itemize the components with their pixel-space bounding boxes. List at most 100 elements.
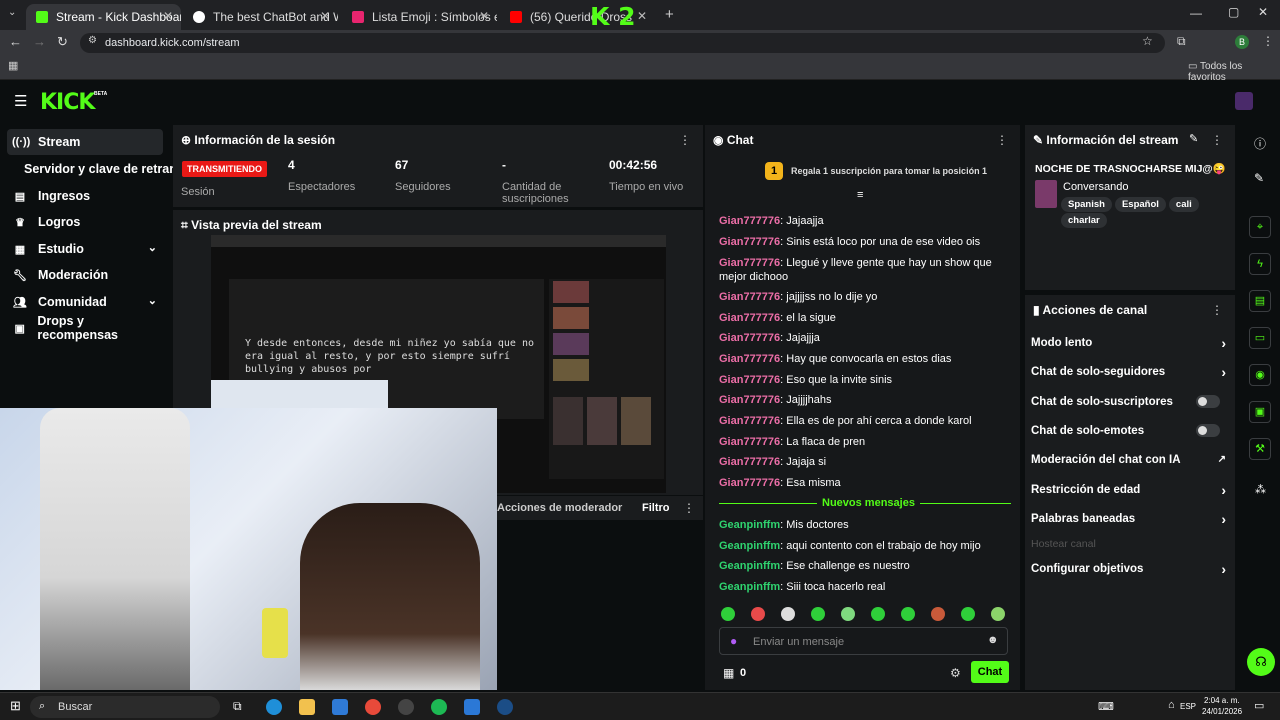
chat-username[interactable]: Gian777776: [719, 477, 780, 489]
more-options-icon[interactable]: ⋮: [683, 501, 695, 515]
chrome-icon[interactable]: [365, 699, 381, 715]
tag-chip[interactable]: Español: [1114, 197, 1166, 212]
site-info-icon[interactable]: ⚙: [88, 35, 97, 46]
filter-button[interactable]: Filtro: [642, 502, 670, 514]
chat-settings-icon[interactable]: ⚙: [950, 666, 961, 680]
obs-icon[interactable]: [398, 699, 414, 715]
chat-username[interactable]: Gian777776: [719, 312, 780, 324]
language-indicator[interactable]: ESP: [1180, 702, 1196, 711]
chat-input[interactable]: ● Enviar un mensaje ☻: [719, 627, 1008, 655]
tab-search-icon[interactable]: ⌄: [8, 7, 16, 18]
bookmark-star-icon[interactable]: ☆: [1142, 34, 1153, 48]
kick-logo[interactable]: KICK: [40, 90, 95, 115]
chat-username[interactable]: Gian777776: [719, 415, 780, 427]
task-view-icon[interactable]: ⧉: [233, 699, 242, 714]
chat-username[interactable]: Gian777776: [719, 394, 780, 406]
apps-grid-icon[interactable]: ▦: [8, 59, 18, 72]
emote-icon[interactable]: [751, 607, 765, 621]
close-window-icon[interactable]: ✕: [1258, 5, 1268, 19]
gift-sub-text[interactable]: Regala 1 suscripción para tomar la posic…: [791, 166, 987, 176]
channel-points-icon[interactable]: ▦: [723, 666, 734, 680]
chevron-down-icon[interactable]: ⌄: [148, 241, 157, 254]
maximize-icon[interactable]: ▢: [1228, 5, 1239, 19]
sidebar-item-ingresos[interactable]: ▤ Ingresos: [7, 183, 163, 209]
menu-dots-icon[interactable]: ⋮: [1262, 34, 1274, 48]
emote-icon[interactable]: [931, 607, 945, 621]
sidebar-item-comunidad[interactable]: 👥︎ Comunidad ⌄: [7, 289, 163, 315]
more-options-icon[interactable]: ⋮: [1211, 303, 1223, 317]
tab-kick-dashboard[interactable]: Stream - Kick Dashboard ✕: [26, 4, 181, 30]
emote-icon[interactable]: [991, 607, 1005, 621]
emote-icon[interactable]: [721, 607, 735, 621]
edit-pencil-icon[interactable]: ✎: [1189, 132, 1198, 145]
category-name[interactable]: Conversando: [1063, 181, 1128, 193]
sidebar-item-stream[interactable]: ((·)) Stream: [7, 129, 163, 155]
edge-icon[interactable]: [266, 699, 282, 715]
chat-username[interactable]: Gian777776: [719, 257, 780, 269]
sidebar-item-server-key[interactable]: Servidor y clave de retransm: [7, 156, 177, 182]
spotify-icon[interactable]: [431, 699, 447, 715]
emote-icon[interactable]: [781, 607, 795, 621]
broadcast-icon[interactable]: ◉: [1249, 364, 1271, 386]
close-tab-icon[interactable]: ✕: [637, 9, 647, 23]
tab-emoji-list[interactable]: Lista Emoji : Símbolos emoji na ✕: [342, 4, 497, 30]
emoji-picker-icon[interactable]: ☻: [987, 634, 999, 646]
reload-icon[interactable]: ↻: [57, 34, 68, 50]
tag-chip[interactable]: cali: [1168, 197, 1199, 212]
more-options-icon[interactable]: ⋮: [679, 133, 691, 147]
microphone-icon[interactable]: ●: [730, 634, 737, 648]
sidebar-item-drops[interactable]: ▣ Drops y recompensas: [7, 314, 163, 342]
network-icon[interactable]: ⌂: [1168, 699, 1175, 711]
user-avatar[interactable]: [1235, 92, 1253, 110]
tag-chip[interactable]: charlar: [1061, 213, 1107, 228]
more-options-icon[interactable]: ⋮: [1211, 133, 1223, 147]
action-banned-words[interactable]: Palabras baneadas ›: [1031, 511, 1226, 527]
chat-username[interactable]: Gian777776: [719, 291, 780, 303]
document-icon[interactable]: ▤: [1249, 290, 1271, 312]
sidebar-item-moderacion[interactable]: 🔧︎ Moderación: [7, 262, 163, 288]
emote-icon[interactable]: [871, 607, 885, 621]
taskbar-time[interactable]: 2:04 a. m.: [1204, 696, 1240, 705]
subscribers-only-toggle[interactable]: [1196, 395, 1220, 408]
file-explorer-icon[interactable]: [299, 699, 315, 715]
steam-icon[interactable]: [497, 699, 513, 715]
action-slow-mode[interactable]: Modo lento ›: [1031, 335, 1226, 351]
minimize-icon[interactable]: —: [1190, 6, 1202, 20]
chat-username[interactable]: Gian777776: [719, 436, 780, 448]
gift-icon[interactable]: ▣: [1249, 401, 1271, 423]
collab-icon[interactable]: ⁂: [1255, 483, 1266, 496]
chat-username[interactable]: Geanpinffm: [719, 581, 780, 593]
chat-username[interactable]: Gian777776: [719, 215, 780, 227]
sidebar-item-estudio[interactable]: ▦ Estudio ⌄: [7, 236, 163, 262]
action-followers-only[interactable]: Chat de solo-seguidores ›: [1031, 364, 1226, 380]
chat-username[interactable]: Geanpinffm: [719, 519, 780, 531]
chat-username[interactable]: Gian777776: [719, 332, 780, 344]
close-tab-icon[interactable]: ✕: [163, 9, 173, 23]
taskbar-search[interactable]: ⌕ Buscar: [30, 696, 220, 718]
chat-username[interactable]: Gian777776: [719, 353, 780, 365]
keyboard-icon[interactable]: ⌨: [1098, 700, 1114, 713]
action-age-restriction[interactable]: Restricción de edad ›: [1031, 482, 1226, 498]
wrench-icon[interactable]: ⚒: [1249, 438, 1271, 460]
chat-username[interactable]: Geanpinffm: [719, 540, 780, 552]
tab-chatbot-widgets[interactable]: The best ChatBot and Widgets ✕: [183, 4, 338, 30]
close-tab-icon[interactable]: ✕: [479, 9, 489, 23]
chat-username[interactable]: Geanpinffm: [719, 560, 780, 572]
lightning-icon[interactable]: ϟ: [1249, 253, 1271, 275]
chat-bubble-icon[interactable]: ▭: [1249, 327, 1271, 349]
emotes-only-toggle[interactable]: [1196, 424, 1220, 437]
action-configure-goals[interactable]: Configurar objetivos ›: [1031, 561, 1226, 577]
edit-icon[interactable]: ✎: [1254, 171, 1264, 185]
extensions-icon[interactable]: ⧉: [1177, 34, 1186, 49]
info-icon[interactable]: ⓘ: [1254, 135, 1266, 152]
support-headset-icon[interactable]: ☊: [1247, 648, 1275, 676]
notifications-icon[interactable]: ▭: [1254, 699, 1264, 712]
taskbar-date[interactable]: 24/01/2026: [1202, 707, 1242, 716]
chat-username[interactable]: Gian777776: [719, 236, 780, 248]
sidebar-item-logros[interactable]: ♛ Logros: [7, 209, 163, 235]
emote-icon[interactable]: [841, 607, 855, 621]
more-options-icon[interactable]: ⋮: [996, 133, 1008, 147]
emote-icon[interactable]: [901, 607, 915, 621]
emote-icon[interactable]: [811, 607, 825, 621]
hamburger-menu-icon[interactable]: ☰: [14, 92, 27, 110]
